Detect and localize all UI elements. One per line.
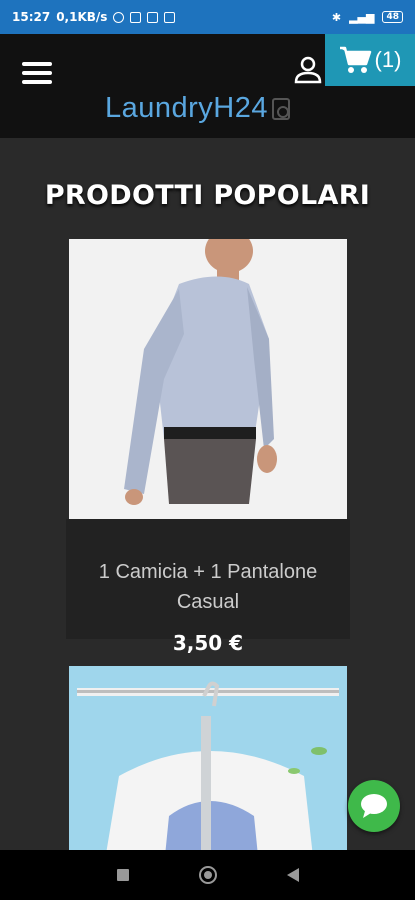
cart-icon	[339, 46, 371, 73]
status-speed: 0,1KB/s	[56, 10, 108, 24]
cart-count: (1)	[374, 47, 402, 72]
main-content: PRODOTTI POPOLARI 1 Camicia + 1 Pantalon…	[0, 138, 415, 850]
user-icon	[294, 56, 322, 84]
cart-button[interactable]: (1)	[325, 34, 415, 86]
menu-icon-bar	[22, 80, 52, 84]
signal-icon: ▂▄▆	[349, 10, 375, 24]
home-button[interactable]	[198, 866, 217, 884]
back-button[interactable]	[286, 868, 299, 882]
product-info: 1 Camicia + 1 Pantalone Casual	[66, 519, 350, 639]
washing-machine-icon	[272, 97, 290, 120]
recents-button[interactable]	[116, 869, 129, 881]
menu-button[interactable]	[22, 62, 52, 84]
status-right: ✱ ▂▄▆ 48	[332, 11, 403, 24]
battery-icon: 48	[382, 11, 403, 23]
section-title: PRODOTTI POPOLARI	[44, 180, 371, 211]
status-bar: 15:27 0,1KB/s ✱ ▂▄▆ 48	[0, 0, 415, 34]
mail-icon	[164, 11, 176, 23]
alarm-icon	[113, 11, 125, 23]
app-notification-icon	[130, 11, 142, 23]
chat-bubble-icon	[361, 794, 387, 818]
product-image[interactable]	[69, 239, 347, 519]
chat-button[interactable]	[348, 780, 400, 832]
shirt-man-photo	[69, 239, 347, 519]
product-card[interactable]	[66, 666, 350, 850]
app-header: (1) LaundryH24	[0, 34, 415, 138]
menu-icon-bar	[22, 62, 52, 66]
logo-text: LaundryH24	[105, 92, 268, 124]
account-button[interactable]	[292, 54, 324, 86]
status-time: 15:27	[12, 10, 51, 24]
system-nav-bar	[0, 850, 415, 900]
product-image[interactable]	[69, 666, 347, 850]
app-notification-icon-2	[147, 11, 159, 23]
product-card[interactable]: 1 Camicia + 1 Pantalone Casual 3,50 €	[66, 239, 350, 655]
bluetooth-icon: ✱	[331, 10, 342, 24]
status-left: 15:27 0,1KB/s	[12, 10, 176, 24]
logo[interactable]: LaundryH24	[105, 92, 290, 125]
product-name: 1 Camicia + 1 Pantalone	[98, 561, 318, 583]
shirts-on-hanger-photo	[69, 666, 347, 850]
product-name-line2: Casual	[176, 591, 240, 613]
menu-icon-bar	[22, 71, 52, 75]
product-price: 3,50 €	[172, 631, 244, 655]
